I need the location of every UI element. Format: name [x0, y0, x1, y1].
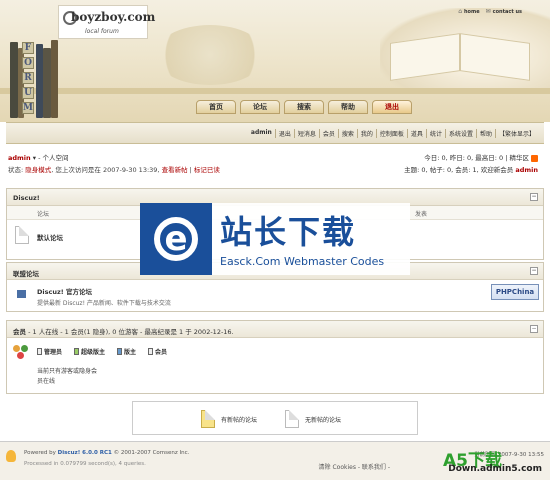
rss-icon[interactable]: [531, 154, 538, 162]
header-stripe: [0, 88, 550, 94]
watermark-overlay: e 站长下载 Easck.Com Webmaster Codes: [140, 203, 410, 275]
member-legend: 管理员 超级版主 版主 会员: [37, 347, 167, 356]
site-logo[interactable]: boyzboy.com local forum: [58, 5, 155, 39]
discuz-link[interactable]: Discuz! 6.0.0 RC1: [58, 450, 112, 456]
moderator-icon: [117, 348, 123, 355]
home-icon: [17, 290, 26, 298]
user-menu-bar: admin 退出 短消息 会员 搜索 我的 控制面板 道具 统计 系统设置 帮助…: [6, 122, 544, 144]
member-icon: [148, 348, 154, 355]
status-label: 状态:: [8, 166, 24, 174]
collapse-icon[interactable]: −: [530, 267, 538, 275]
members-label[interactable]: 会员: [13, 328, 26, 336]
menu-my[interactable]: 我的: [356, 129, 376, 138]
home-link[interactable]: ⌂ home: [458, 8, 479, 15]
logo-name: boyzboy.com: [71, 10, 156, 24]
menu-logout[interactable]: 退出: [274, 129, 294, 138]
processed-info: Processed in 0.079799 second(s), 4 queri…: [24, 461, 146, 467]
collapse-icon[interactable]: −: [530, 193, 538, 201]
menu-control-panel[interactable]: 控制面板: [375, 129, 407, 138]
league-forum-desc: 提供最新 Discuz! 产品新闻、软件下载与技术交流: [37, 300, 171, 307]
mark-read-link[interactable]: 标记已读: [194, 166, 220, 174]
contact-link[interactable]: ✉ contact us: [486, 8, 522, 15]
nav-tab-home[interactable]: 首页: [196, 100, 236, 114]
online-members: 会员 - 1 人在线 - 1 会员(1 隐身), 0 位游客 - 最高纪录是 1…: [6, 320, 544, 394]
a5-url-watermark: Down.admin5.com: [448, 464, 542, 474]
home-icon: ⌂: [458, 8, 462, 15]
menu-help[interactable]: 帮助: [475, 129, 495, 138]
online-note: 当前只有游客或隐身会 员在线: [37, 368, 98, 385]
archive-link[interactable]: 精华区: [510, 154, 530, 162]
stealth-mode-link[interactable]: 隐身模式: [25, 166, 51, 174]
league-forum-row: Discuz! 官方论坛 提供最新 Discuz! 产品新闻、软件下载与技术交流…: [7, 280, 543, 310]
contact-icon: ✉: [485, 8, 491, 15]
nav-tab-forum[interactable]: 论坛: [240, 100, 280, 114]
watermark-title: 站长下载: [220, 213, 357, 251]
view-new-posts-link[interactable]: 查看新帖: [162, 166, 188, 174]
online-users-icon: [13, 345, 29, 361]
today-stats: 今日: 0, 昨日: 0, 最高日: 0 |: [424, 154, 508, 162]
personal-space-link[interactable]: - 个人空间: [38, 154, 68, 162]
forum-letter: R: [22, 72, 34, 84]
category-title[interactable]: Discuz!: [13, 194, 40, 202]
newest-member-link[interactable]: admin: [515, 166, 538, 174]
nav-tab-search[interactable]: 搜索: [284, 100, 324, 114]
nav-tab-logout[interactable]: 退出: [372, 100, 412, 114]
forum-letter: M: [22, 102, 34, 114]
category-title: 联盟论坛: [13, 270, 39, 278]
forum-name-link[interactable]: 默认论坛: [37, 232, 63, 242]
menu-tools[interactable]: 道具: [406, 129, 426, 138]
lightbulb-icon: [6, 450, 16, 462]
super-moderator-icon: [74, 348, 80, 355]
username-link[interactable]: admin: [8, 154, 31, 162]
col-last-post: 发表: [414, 211, 427, 218]
user-info: admin ▾ - 个人空间 状态: 隐身模式, 您上次访问是在 2007-9-…: [8, 154, 538, 174]
league-forum-link[interactable]: Discuz! 官方论坛: [37, 286, 92, 296]
col-forum: 论坛: [37, 211, 50, 218]
easck-logo-icon: e: [140, 203, 212, 275]
admin-icon: [37, 348, 42, 355]
online-stats: - 1 人在线 - 1 会员(1 隐身), 0 位游客 - 最高纪录是 1 于 …: [28, 328, 234, 336]
watermark-subtitle: Easck.Com Webmaster Codes: [220, 255, 385, 268]
last-visit-text: , 您上次访问是在 2007-9-30 13:39,: [51, 166, 160, 174]
nav-tab-help[interactable]: 帮助: [328, 100, 368, 114]
phpchina-logo[interactable]: PHPChina: [491, 284, 539, 300]
new-posts-icon: [201, 410, 215, 428]
forum-stats: 主题: 0, 帖子: 0, 会员: 1, 欢迎新会员: [404, 166, 514, 174]
menu-messages[interactable]: 短消息: [293, 129, 319, 138]
menu-stats[interactable]: 统计: [425, 129, 445, 138]
current-time: 2007-9-30 13:55: [497, 452, 544, 458]
menu-search[interactable]: 搜索: [337, 129, 357, 138]
forum-letter: O: [22, 57, 34, 69]
dropdown-arrow-icon[interactable]: ▾: [31, 154, 38, 162]
menu-username[interactable]: admin: [248, 129, 275, 138]
top-links: ⌂ home ✉ contact us: [458, 8, 522, 15]
books-illustration: F O R U M: [10, 40, 60, 118]
menu-members[interactable]: 会员: [318, 129, 338, 138]
footer-links[interactable]: 清除 Cookies - 联系我们 -: [319, 462, 390, 471]
forum-letter: F: [22, 42, 34, 54]
no-new-posts-icon: [285, 410, 299, 428]
collapse-icon[interactable]: −: [530, 325, 538, 333]
globe-decoration: [155, 25, 265, 85]
forum-icon-legend: 有新帖的论坛 无新帖的论坛: [132, 401, 418, 435]
menu-system-settings[interactable]: 系统设置: [444, 129, 476, 138]
logo-tagline: local forum: [85, 28, 119, 35]
site-header: boyzboy.com local forum F O R U M ⌂ home …: [0, 0, 550, 122]
menu-traditional[interactable]: 【繁体显示】: [494, 129, 538, 138]
forum-letter: U: [22, 87, 34, 99]
main-nav: 首页 论坛 搜索 帮助 退出: [196, 100, 412, 114]
forum-status-icon: [15, 226, 29, 244]
